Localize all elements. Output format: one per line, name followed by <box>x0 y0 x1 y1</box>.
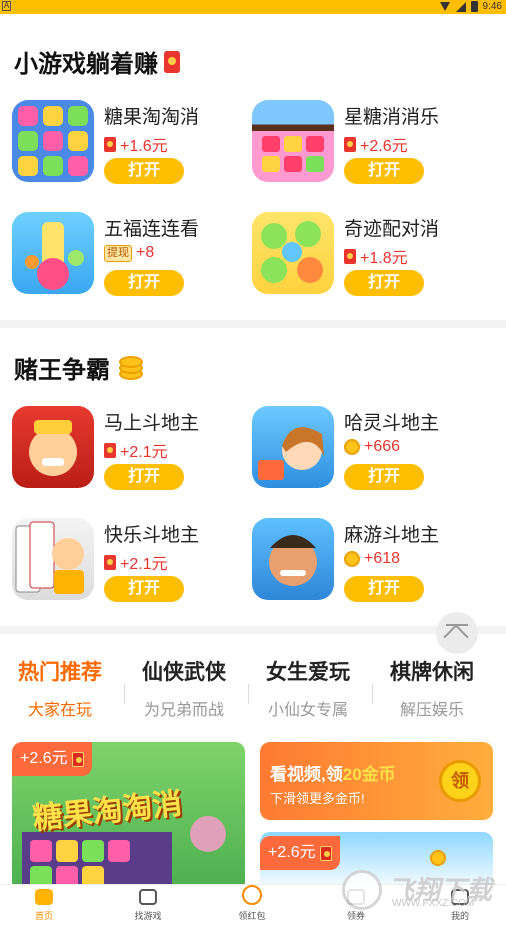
game-reward: +1.8元 <box>344 244 408 268</box>
game-card[interactable]: 奇迹配对消 +1.8元 打开 <box>252 212 492 312</box>
reward-badge: +2.6元 <box>12 742 92 776</box>
game-icon[interactable] <box>12 518 94 600</box>
wifi-icon <box>439 1 451 12</box>
signal-icon <box>455 1 466 12</box>
game-name: 五福连连看 <box>104 219 200 240</box>
coin-icon <box>430 850 446 866</box>
game-reward: +2.1元 <box>104 550 168 574</box>
clock-icon <box>242 885 262 905</box>
game-name: 马上斗地主 <box>104 413 200 434</box>
reward-badge: +2.6元 <box>260 836 340 870</box>
red-packet-icon <box>104 136 116 152</box>
claim-coin-button[interactable]: 领 <box>439 760 481 802</box>
coin-icon <box>344 439 360 455</box>
game-reward: +666 <box>344 438 400 456</box>
open-button[interactable]: 打开 <box>104 270 184 296</box>
red-packet-icon <box>164 50 180 73</box>
game-name: 哈灵斗地主 <box>344 413 440 434</box>
open-button[interactable]: 打开 <box>344 270 424 296</box>
game-reward: +2.6元 <box>344 132 408 156</box>
game-card[interactable]: 糖果淘淘消 +1.6元 打开 <box>12 100 252 200</box>
withdraw-tag: 提现 <box>104 244 132 262</box>
app-notification-icon: A <box>2 1 11 11</box>
game-reward: +2.1元 <box>104 438 168 462</box>
open-button[interactable]: 打开 <box>104 464 184 490</box>
section-title-card-games: 赌王争霸 <box>14 350 146 385</box>
red-packet-icon <box>104 442 116 458</box>
nav-find-games[interactable]: 找游戏 <box>108 889 188 922</box>
status-bar: A 9:46 <box>0 0 506 14</box>
game-card[interactable]: 麻游斗地主 +618 打开 <box>252 518 492 618</box>
red-packet-icon <box>344 136 356 152</box>
featured-game-banner[interactable]: 糖果淘淘消 +2.6元 <box>12 742 245 892</box>
game-card[interactable]: 马上斗地主 +2.1元 打开 <box>12 406 252 506</box>
nav-red-packet[interactable]: 领红包 <box>212 885 292 922</box>
scroll-to-top-button[interactable] <box>436 612 478 654</box>
section-title-mini-games: 小游戏躺着赚 <box>14 44 180 79</box>
watermark-logo-icon <box>342 870 382 910</box>
clock: 9:46 <box>482 1 502 12</box>
game-icon[interactable] <box>252 100 334 182</box>
open-button[interactable]: 打开 <box>344 464 424 490</box>
category-tabs: 热门推荐 大家在玩 仙侠武侠 为兄弟而战 女生爱玩 小仙女专属 棋牌休闲 解压娱… <box>0 656 506 726</box>
red-packet-icon <box>319 845 332 861</box>
game-name: 快乐斗地主 <box>104 525 200 546</box>
coins-icon <box>116 355 146 380</box>
game-card[interactable]: 五福连连看 提现 +8 打开 <box>12 212 252 312</box>
open-button[interactable]: 打开 <box>104 576 184 602</box>
tab-xianxia[interactable]: 仙侠武侠 为兄弟而战 <box>124 656 244 720</box>
game-icon[interactable] <box>12 406 94 488</box>
red-packet-icon <box>344 248 356 264</box>
section-divider <box>0 626 506 634</box>
game-name: 星糖消消乐 <box>344 107 440 128</box>
game-reward: +1.6元 <box>104 132 168 156</box>
game-icon[interactable] <box>252 406 334 488</box>
battery-icon <box>470 1 478 12</box>
open-button[interactable]: 打开 <box>104 158 184 184</box>
gamepad-icon <box>35 889 53 905</box>
watermark: 飞翔下载 WWW.FXXZ.COM <box>342 866 502 914</box>
open-button[interactable]: 打开 <box>344 158 424 184</box>
red-packet-icon <box>71 751 84 767</box>
game-reward: +618 <box>344 550 400 568</box>
coin-icon <box>344 551 360 567</box>
game-name: 糖果淘淘消 <box>104 107 200 128</box>
game-card[interactable]: 哈灵斗地主 +666 打开 <box>252 406 492 506</box>
red-packet-icon <box>104 554 116 570</box>
game-name: 奇迹配对消 <box>344 219 440 240</box>
nav-home[interactable]: 首页 <box>4 889 84 922</box>
game-icon[interactable] <box>252 212 334 294</box>
game-card[interactable]: 快乐斗地主 +2.1元 打开 <box>12 518 252 618</box>
tab-hot[interactable]: 热门推荐 大家在玩 <box>0 656 120 720</box>
game-icon[interactable] <box>12 100 94 182</box>
open-button[interactable]: 打开 <box>344 576 424 602</box>
video-card-subtitle: 下滑领更多金币! <box>270 791 365 806</box>
game-icon[interactable] <box>12 212 94 294</box>
watch-video-card[interactable]: 看视频,领20金币 下滑领更多金币! 领 <box>260 742 493 820</box>
game-name: 麻游斗地主 <box>344 525 440 546</box>
tab-chess-cards[interactable]: 棋牌休闲 解压娱乐 <box>372 656 492 720</box>
game-card[interactable]: 星糖消消乐 +2.6元 打开 <box>252 100 492 200</box>
list-icon <box>139 889 157 905</box>
game-reward: 提现 +8 <box>104 244 154 262</box>
game-icon[interactable] <box>252 518 334 600</box>
video-card-title: 看视频,领20金币 <box>270 765 396 784</box>
tab-girls[interactable]: 女生爱玩 小仙女专属 <box>248 656 368 720</box>
section-divider <box>0 320 506 328</box>
system-icons: 9:46 <box>439 1 502 12</box>
